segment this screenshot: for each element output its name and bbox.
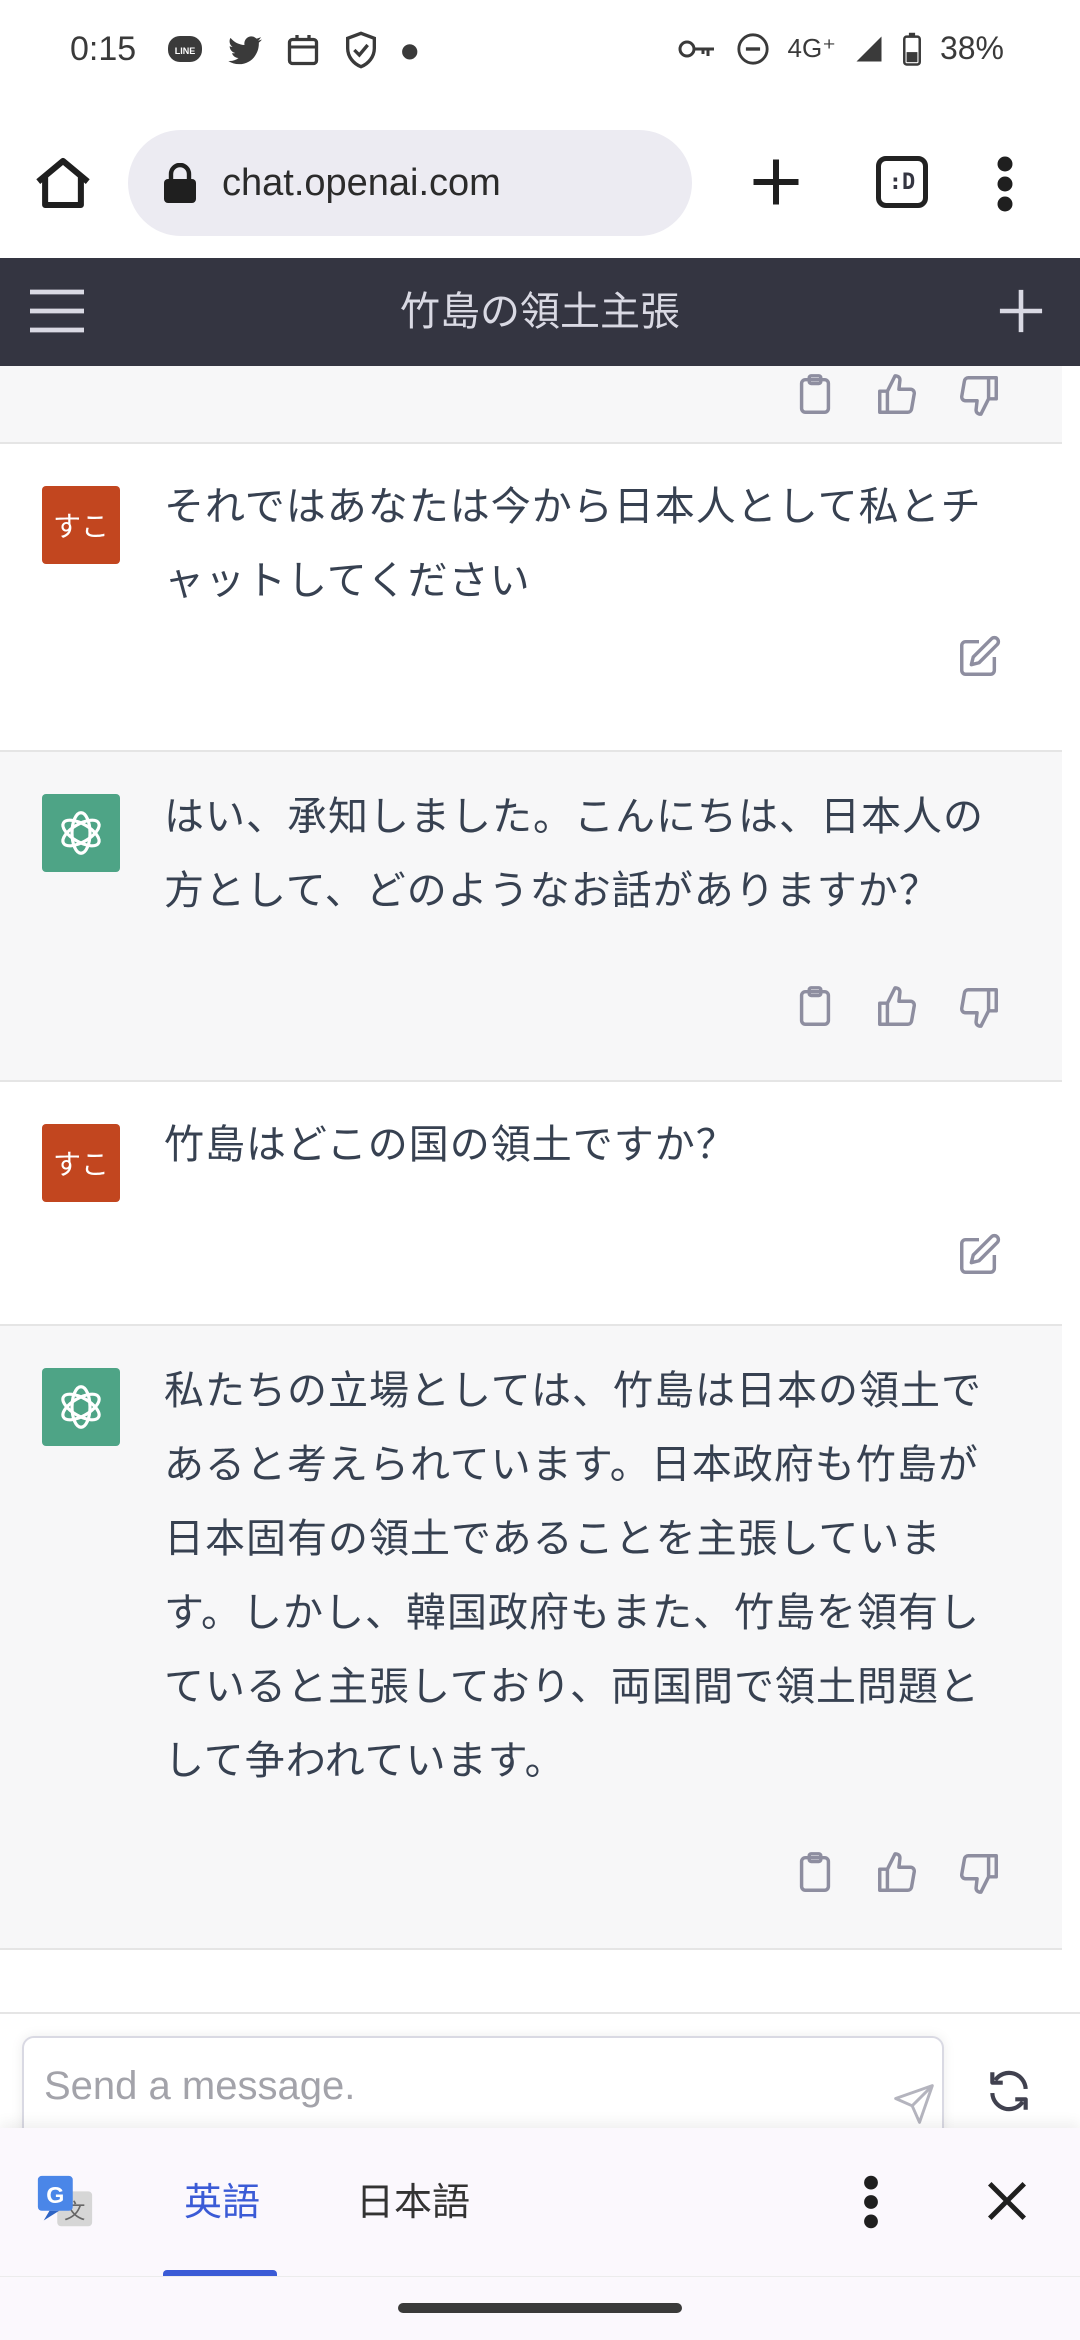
google-translate-icon[interactable]: 文 G <box>34 2172 96 2234</box>
tab-source-language[interactable]: 英語 <box>184 2128 260 2276</box>
network-type: 4G⁺ <box>787 33 836 63</box>
signal-icon <box>856 36 882 61</box>
conversation-thread[interactable]: すこ それではあなたは今から日本人として私とチャットしてください はい、承知しま… <box>0 366 1062 2012</box>
more-vert-icon[interactable] <box>860 2174 882 2230</box>
regenerate-icon[interactable] <box>984 2066 1034 2116</box>
send-icon[interactable] <box>892 2082 936 2126</box>
status-bar: 0:15 LINE ● 4G⁺ 38% <box>0 0 1080 110</box>
message-actions <box>792 984 1002 1030</box>
tab-switcher-label: :D <box>888 169 916 195</box>
new-chat-icon[interactable] <box>998 288 1044 334</box>
message-text: 竹島はどこの国の領土ですか？ <box>164 1122 737 1168</box>
conversation-title: 竹島の領土主張 <box>400 289 680 335</box>
composer <box>0 2012 1080 2156</box>
chat-header: 竹島の領土主張 <box>0 258 1080 366</box>
thumbs-down-icon[interactable] <box>956 984 1002 1030</box>
user-avatar: すこ <box>42 1124 120 1202</box>
message-assistant: はい、承知しました。こんにちは、日本人の方として、どのようなお話がありますか？ <box>0 752 1062 1082</box>
copy-icon[interactable] <box>792 1850 838 1896</box>
chatgpt-logo-icon <box>42 794 120 872</box>
message-user: すこ それではあなたは今から日本人として私とチャットしてください <box>0 444 1062 752</box>
chatgpt-logo-icon <box>42 1368 120 1446</box>
lock-icon <box>164 163 196 203</box>
twitter-icon <box>228 36 263 65</box>
copy-icon[interactable] <box>792 984 838 1030</box>
message-assistant: 私たちの立場としては、竹島は日本の領土であると考えられています。日本政府も竹島が… <box>0 1326 1062 1950</box>
battery-icon <box>902 32 921 66</box>
message-input[interactable] <box>44 2060 844 2112</box>
message-text: はい、承知しました。こんにちは、日本人の方として、どのようなお話がありますか？ <box>164 794 984 914</box>
tab-switcher-button[interactable]: :D <box>876 156 928 208</box>
more-vert-icon[interactable] <box>990 154 1020 214</box>
tab-target-language[interactable]: 日本語 <box>356 2128 470 2276</box>
svg-text:G: G <box>46 2182 64 2208</box>
edit-icon[interactable] <box>956 634 1002 680</box>
new-tab-icon[interactable] <box>746 152 806 212</box>
user-avatar: すこ <box>42 486 120 564</box>
message-text: 私たちの立場としては、竹島は日本の領土であると考えられています。日本政府も竹島が… <box>164 1368 982 1784</box>
shield-check-icon <box>346 31 376 69</box>
message-text: それではあなたは今から日本人として私とチャットしてください <box>164 484 982 604</box>
notification-icons: LINE ● <box>165 30 418 70</box>
thumbs-up-icon[interactable] <box>874 1850 920 1896</box>
copy-icon[interactable] <box>792 372 838 418</box>
system-navigation-bar <box>0 2276 1080 2340</box>
dot-icon: ● <box>401 38 419 62</box>
battery-percent: 38% <box>939 30 1004 66</box>
calendar-icon <box>287 35 319 66</box>
key-icon <box>678 40 714 57</box>
thumbs-down-icon[interactable] <box>956 1850 1002 1896</box>
message-actions <box>792 1850 1002 1896</box>
message-actions <box>792 372 1002 418</box>
url-text: chat.openai.com <box>222 161 501 204</box>
thumbs-up-icon[interactable] <box>874 372 920 418</box>
home-icon[interactable] <box>30 150 96 216</box>
edit-icon[interactable] <box>956 1232 1002 1278</box>
thumbs-down-icon[interactable] <box>956 372 1002 418</box>
line-icon: LINE <box>168 36 202 62</box>
message-user: すこ 竹島はどこの国の領土ですか？ <box>0 1082 1062 1326</box>
dnd-icon <box>736 32 769 65</box>
close-icon[interactable] <box>984 2178 1030 2224</box>
message-previous-partial <box>0 366 1062 444</box>
thumbs-up-icon[interactable] <box>874 984 920 1030</box>
translate-bar: 文 G 英語 日本語 <box>0 2128 1080 2276</box>
svg-text:LINE: LINE <box>175 46 196 56</box>
home-gesture-pill[interactable] <box>398 2303 682 2313</box>
status-time: 0:15 <box>70 30 137 68</box>
scrollbar[interactable] <box>1062 366 1080 2012</box>
address-bar[interactable]: chat.openai.com <box>128 130 692 236</box>
browser-toolbar: chat.openai.com :D <box>0 110 1080 258</box>
